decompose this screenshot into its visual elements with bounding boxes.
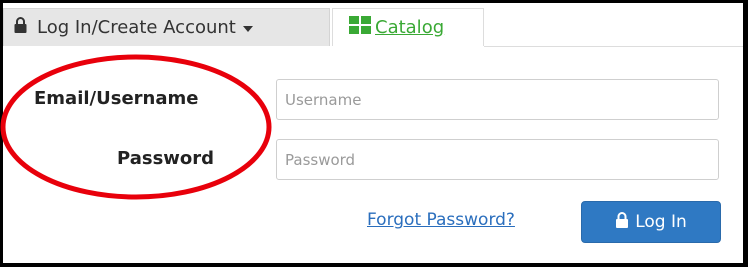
lock-icon [14,17,27,38]
lock-icon [615,211,629,233]
username-input[interactable] [276,79,719,120]
login-button[interactable]: Log In [581,201,721,243]
login-tab-label: Log In/Create Account [37,17,236,38]
email-username-label: Email/Username [34,88,199,109]
catalog-link[interactable]: Catalog [375,17,444,38]
caret-down-icon [242,26,253,32]
login-button-label: Log In [635,212,687,232]
grid-icon [349,16,371,39]
login-create-account-tab[interactable]: Log In/Create Account [3,8,330,46]
password-input[interactable] [276,139,719,180]
tab-divider [484,46,743,47]
catalog-tab[interactable]: Catalog [332,8,484,46]
password-label: Password [117,148,215,169]
forgot-password-link[interactable]: Forgot Password? [367,210,515,230]
